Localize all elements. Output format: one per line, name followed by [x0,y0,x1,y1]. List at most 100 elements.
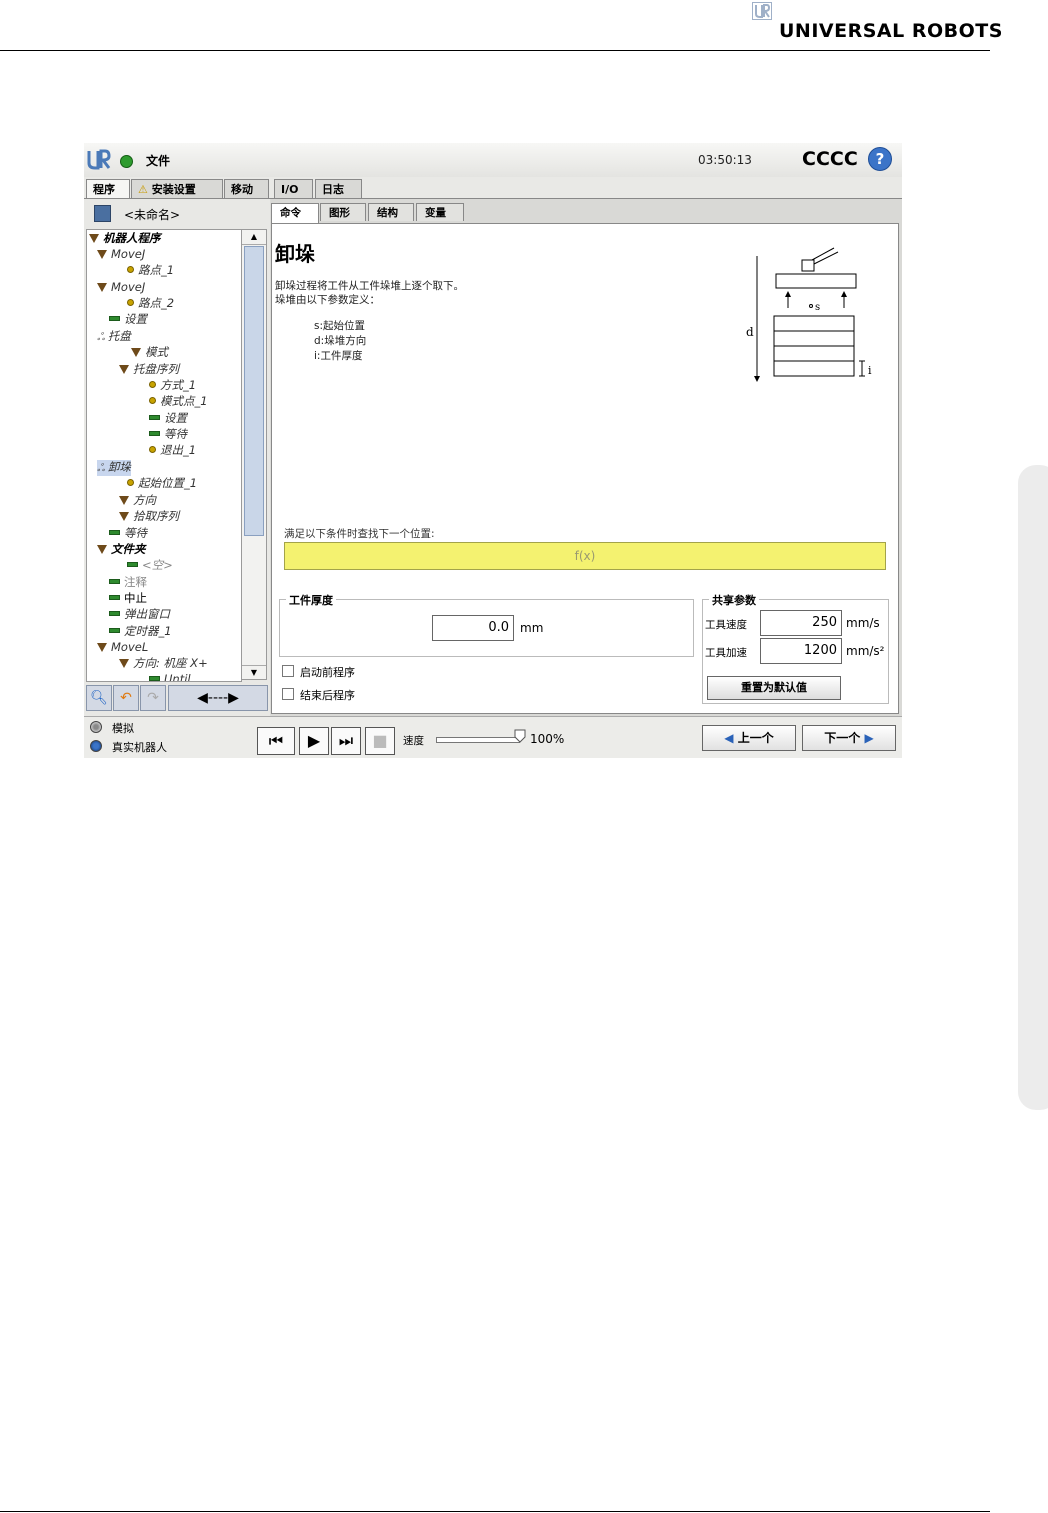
speed-value: 100% [530,732,565,746]
tree-node[interactable]: 中止 [109,591,147,605]
waypoint-icon [149,446,156,453]
destack-diagram: d s i [746,247,872,382]
pallet-icon: ஃ [97,332,105,343]
tree-node-selected[interactable]: ஃ 卸垛 [97,460,131,476]
waypoint-icon [149,381,156,388]
tree-node[interactable]: ஃ 托盘 [97,329,131,345]
play-icon[interactable]: ▶ [299,727,329,755]
tab-log[interactable]: 日志 [315,179,362,198]
scroll-down-icon[interactable]: ▼ [242,665,266,680]
tool-speed-label: 工具速度 [705,619,747,631]
program-name: <未命名> [124,208,181,222]
file-menu[interactable]: 文件 [146,152,170,169]
title-bar: 文件 03:50:13 CCCC ? [84,143,902,177]
param-thickness: i:工件厚度 [314,350,363,362]
redo-icon[interactable]: ↷ [140,685,166,711]
arrow-right-icon: ▶ [860,731,874,745]
undo-icon[interactable]: ↶ [113,685,139,711]
move-node-icon[interactable]: ◀----▶ [168,685,268,711]
tree-node[interactable]: 定时器_1 [109,624,172,638]
tree-scrollbar[interactable]: ▲ ▼ [241,229,267,680]
condition-label: 满足以下条件时查找下一个位置: [284,528,435,540]
tree-node[interactable]: 起始位置_1 [127,476,197,490]
tree-toolbar: 🔍︎ ↶ ↷ ◀----▶ [86,685,270,712]
command-icon [109,611,120,616]
tree-node[interactable]: 模式点_1 [149,394,208,408]
tree-node[interactable]: 设置 [149,411,187,425]
scroll-thumb[interactable] [244,246,264,536]
reset-defaults-button[interactable]: 重置为默认值 [707,676,841,700]
tab-variables[interactable]: 变量 [416,203,464,221]
tree-node[interactable]: 文件夹 [97,542,146,556]
tool-speed-input[interactable]: 250 [760,610,842,636]
tree-node[interactable]: 模式 [131,345,168,359]
tree-node[interactable]: 弹出窗口 [109,607,170,621]
triangle-icon [119,659,129,668]
tree-node[interactable]: 方向 [119,493,156,507]
polyscope-window: 文件 03:50:13 CCCC ? 程序 ⚠ 安装设置 移动 I/O 日志 <… [84,143,902,758]
previous-button[interactable]: ◀ 上一个 [702,725,796,751]
tree-node[interactable]: 设置 [109,312,147,326]
waypoint-icon [127,266,134,273]
tree-node[interactable]: MoveL [97,640,148,654]
tree-node[interactable]: 方式_1 [149,378,196,392]
tree-node[interactable]: MoveJ [97,280,145,294]
tree-node[interactable]: 路点_1 [127,263,174,277]
tool-accel-input[interactable]: 1200 [760,638,842,664]
thickness-group: 工件厚度 0.0 mm [279,592,694,657]
tab-program[interactable]: 程序 [86,179,130,200]
thickness-input[interactable]: 0.0 [432,615,514,641]
bottom-bar: 模拟 真实机器人 ⏮ ▶ ⏭ ■ 速度 100% ◀ 上一个 下一个 ▶ [84,716,902,758]
step-icon[interactable]: ⏭ [331,727,361,755]
speed-slider-thumb[interactable] [514,729,526,743]
start-program-checkbox[interactable] [282,665,294,677]
brand-name: UNIVERSAL ROBOTS [779,20,1003,42]
tree-node[interactable]: 等待 [149,427,187,441]
tree-node[interactable]: MoveJ [97,247,145,261]
tool-accel-unit: mm/s² [846,644,885,658]
tree-node[interactable]: 退出_1 [149,443,196,457]
tree-node[interactable]: 路点_2 [127,296,174,310]
tab-move[interactable]: 移动 [224,179,269,198]
real-robot-label: 真实机器人 [112,741,167,754]
help-icon[interactable]: ? [868,147,892,171]
tab-io[interactable]: I/O [274,179,313,198]
tree-node[interactable]: 拾取序列 [119,509,179,523]
next-button[interactable]: 下一个 ▶ [802,725,896,751]
stop-icon[interactable]: ■ [365,727,395,755]
waypoint-icon [127,299,134,306]
end-program-checkbox[interactable] [282,688,294,700]
simulation-label: 模拟 [112,722,134,735]
tree-node[interactable]: <空> [127,558,173,572]
robot-status-icon [120,155,133,168]
command-icon [149,415,160,420]
command-icon [109,595,120,600]
tree-node[interactable]: 方向: 机座 X+ [119,656,208,670]
search-icon[interactable]: 🔍︎ [86,685,112,711]
page-title: 卸垛 [275,242,315,266]
save-icon[interactable] [94,205,111,222]
triangle-icon [97,545,107,554]
tab-installation[interactable]: ⚠ 安装设置 [131,179,223,198]
real-robot-radio[interactable] [90,740,102,752]
condition-expression-input[interactable]: f(x) [284,542,886,570]
simulation-radio[interactable] [90,721,102,733]
triangle-icon [119,496,129,505]
tab-structure[interactable]: 结构 [368,203,414,221]
tab-command[interactable]: 命令 [271,203,319,223]
rewind-icon[interactable]: ⏮ [257,727,295,755]
tab-graphics[interactable]: 图形 [320,203,366,221]
tree-node[interactable]: 机器人程序 [89,231,161,245]
triangle-icon [97,643,107,652]
label-d: d [746,325,754,339]
program-tree[interactable]: 机器人程序 MoveJ 路点_1 MoveJ 路点_2 设置 ஃ 托盘 模式 托盘… [86,229,242,682]
scroll-up-icon[interactable]: ▲ [242,230,266,245]
tree-node[interactable]: Until [149,672,191,681]
waypoint-icon [149,397,156,404]
tree-node[interactable]: 注释 [109,575,147,589]
triangle-icon [97,283,107,292]
tree-node[interactable]: 等待 [109,526,147,540]
speed-slider[interactable] [436,737,520,743]
tree-node[interactable]: 托盘序列 [119,362,179,376]
command-icon [109,628,120,633]
